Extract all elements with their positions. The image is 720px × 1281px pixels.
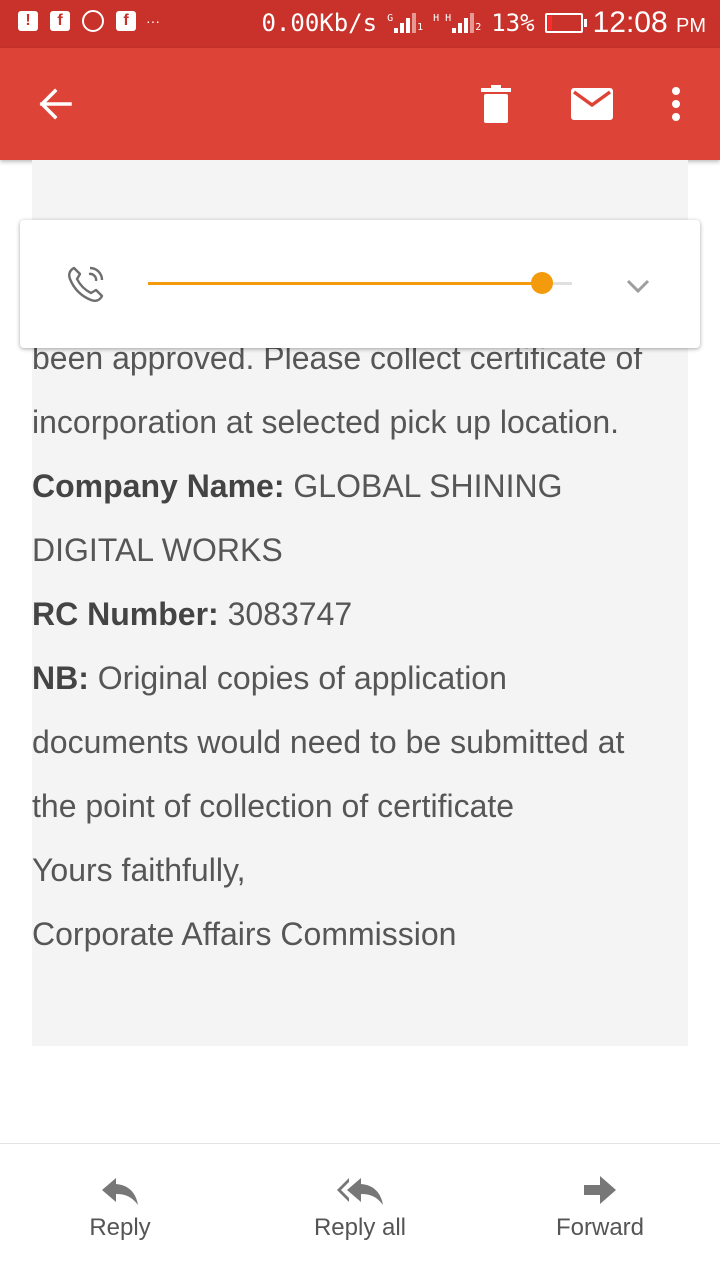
reply-label: Reply <box>89 1214 151 1241</box>
reply-all-icon <box>337 1178 383 1205</box>
email-message: been approved. Please collect certificat… <box>32 326 692 966</box>
facebook-icon: f <box>50 11 70 31</box>
trash-icon[interactable] <box>470 78 522 130</box>
slider-thumb[interactable] <box>531 272 554 294</box>
reply-icon <box>102 1178 138 1205</box>
audio-player-card <box>20 220 700 348</box>
rc-number-label: RC Number: <box>32 596 219 632</box>
sim1-index: 1 <box>417 22 424 33</box>
sim1-label: G <box>387 13 394 24</box>
company-name-label: Company Name: <box>32 468 285 504</box>
message-line: incorporation at selected pick up locati… <box>32 404 620 440</box>
reply-button[interactable]: Reply <box>40 1174 200 1242</box>
rc-number-row: RC Number: 3083747 <box>32 582 692 646</box>
signal-icon <box>394 13 417 33</box>
network-speed: 0.00Kb/s <box>261 9 378 37</box>
system-indicators: 0.00Kb/s G 1 H H 2 13% 12:08 PM <box>261 6 706 40</box>
battery-icon <box>544 13 587 33</box>
nb-text: Original copies of application <box>88 660 507 696</box>
company-name-row: Company Name: GLOBAL SHINING <box>32 454 692 518</box>
back-arrow-icon[interactable] <box>29 78 81 130</box>
nb-label: NB: <box>32 660 89 696</box>
sync-icon <box>82 10 104 32</box>
sim2-label: H H <box>433 13 452 24</box>
rc-number-value: 3083747 <box>218 596 353 632</box>
notification-icons: ! f f ··· <box>18 10 160 32</box>
bottom-action-bar: Reply Reply all Forward <box>0 1143 720 1281</box>
signature: Corporate Affairs Commission <box>32 916 457 952</box>
signal-icon <box>452 13 475 33</box>
sim1-signal: G 1 <box>387 13 423 33</box>
closing: Yours faithfully, <box>32 852 246 888</box>
nb-text-cont: documents would need to be submitted at <box>32 724 625 760</box>
company-name-value: GLOBAL SHINING <box>284 468 563 504</box>
sim2-signal: H H 2 <box>433 13 481 33</box>
phone-call-icon[interactable] <box>64 262 108 306</box>
status-bar: ! f f ··· 0.00Kb/s G 1 H H 2 13% 12:08 P… <box>0 0 720 48</box>
clock: 12:08 PM <box>593 6 706 40</box>
mail-icon[interactable] <box>566 78 618 130</box>
more-notifications-icon: ··· <box>146 13 160 29</box>
clock-ampm: PM <box>676 15 706 37</box>
reply-all-button[interactable]: Reply all <box>280 1174 440 1242</box>
chevron-down-icon[interactable] <box>620 268 656 304</box>
playback-progress <box>148 282 543 285</box>
sim2-index: 2 <box>475 22 482 33</box>
nb-text-cont: the point of collection of certificate <box>32 788 515 824</box>
app-bar <box>0 48 720 160</box>
facebook-icon: f <box>116 11 136 31</box>
forward-label: Forward <box>555 1214 645 1241</box>
overflow-menu-icon[interactable] <box>650 78 702 130</box>
company-name-value-cont: DIGITAL WORKS <box>32 532 283 568</box>
alert-icon: ! <box>18 11 38 31</box>
playback-slider[interactable] <box>148 272 572 294</box>
reply-all-label: Reply all <box>313 1214 407 1241</box>
nb-row: NB: Original copies of application <box>32 646 692 710</box>
forward-button[interactable]: Forward <box>520 1174 680 1242</box>
battery-percent: 13% <box>491 9 535 37</box>
forward-arrow-icon <box>584 1176 616 1204</box>
clock-time: 12:08 <box>592 6 668 39</box>
